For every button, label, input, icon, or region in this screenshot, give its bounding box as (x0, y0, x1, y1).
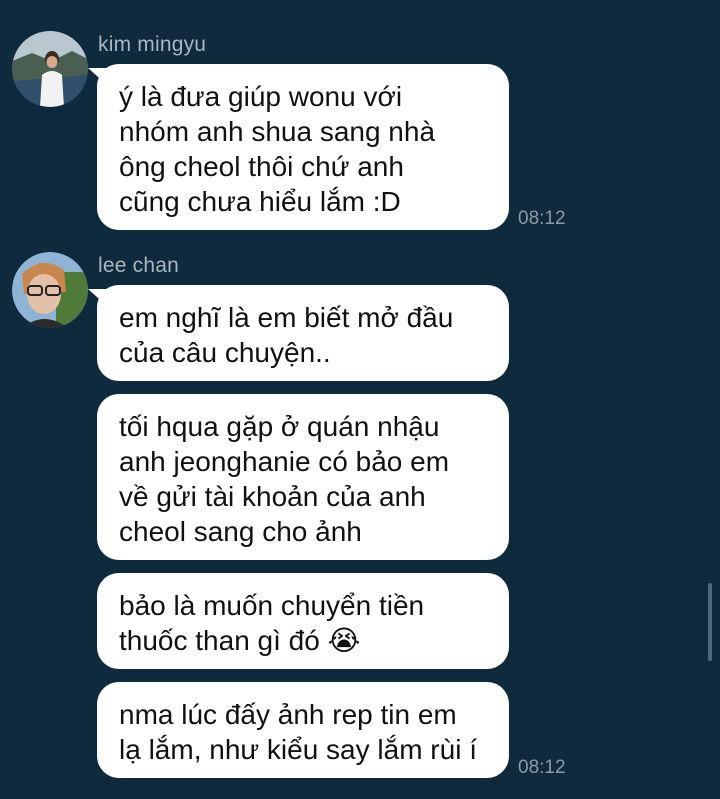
message-bubble[interactable]: nma lúc đấy ảnh rep tin em lạ lắm, như k… (97, 682, 509, 778)
message-timestamp: 08:12 (518, 757, 566, 778)
avatar-kim-mingyu[interactable] (12, 31, 88, 107)
message-bubble[interactable]: ý là đưa giúp wonu với nhóm anh shua san… (97, 64, 509, 230)
scrollbar[interactable] (708, 583, 712, 661)
message-timestamp: 08:12 (518, 208, 566, 229)
avatar-lee-chan[interactable] (12, 252, 88, 328)
message-bubble[interactable]: tối hqua gặp ở quán nhậu anh jeonghanie … (97, 394, 509, 560)
message-bubble[interactable]: em nghĩ là em biết mở đầu của câu chuyện… (97, 285, 509, 381)
avatar-kim-mingyu-icon (12, 31, 88, 107)
message-bubble[interactable]: bảo là muốn chuyển tiền thuốc than gì đó… (97, 573, 509, 669)
sender-name-kim-mingyu: kim mingyu (98, 33, 207, 56)
sender-name-lee-chan: lee chan (98, 254, 179, 277)
avatar-lee-chan-icon (12, 252, 88, 328)
